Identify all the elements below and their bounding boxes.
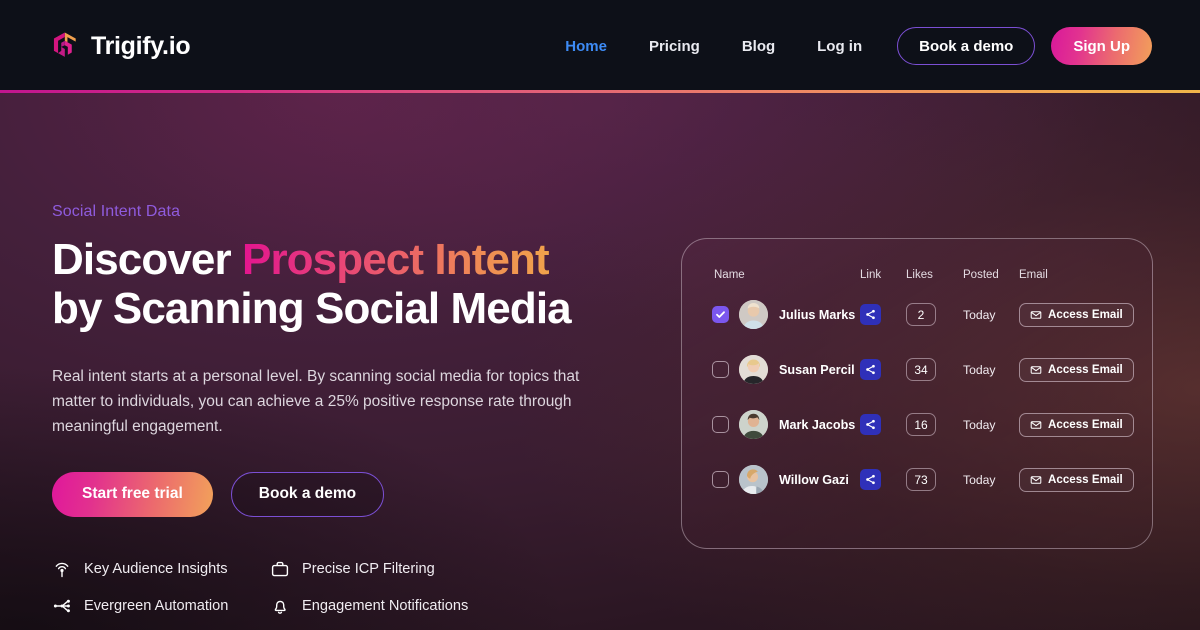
feature-evergreen-automation: Evergreen Automation [52,596,270,616]
brand-name: Trigify.io [91,31,191,60]
sign-up-button[interactable]: Sign Up [1051,27,1152,65]
share-icon[interactable] [860,359,881,380]
row-checkbox[interactable] [712,361,729,378]
hero-eyebrow: Social Intent Data [52,203,181,220]
envelope-icon [1030,420,1042,429]
posted-time: Today [963,472,996,487]
briefcase-icon [270,559,290,579]
table-row: Mark Jacobs 16 Today Access Email [712,397,1134,452]
hero-cta-row: Start free trial Book a demo [52,471,652,517]
access-email-label: Access Email [1048,308,1123,321]
avatar [739,300,768,329]
nav-links: Home Pricing Blog Log in Book a demo Sig… [544,27,1152,65]
feature-precise-icp-filtering: Precise ICP Filtering [270,559,652,579]
trigify-triskelion-logo-icon [50,30,80,62]
posted-time: Today [963,307,996,322]
prospect-table-card: Name Link Likes Posted Email Julius Mark… [681,238,1153,549]
nav-link-login[interactable]: Log in [796,39,883,54]
workflow-nodes-icon [52,596,72,616]
navbar: Trigify.io Home Pricing Blog Log in Book… [0,0,1200,92]
access-email-label: Access Email [1048,473,1123,486]
brand-logo[interactable]: Trigify.io [50,30,191,62]
likes-count: 34 [906,358,936,381]
start-free-trial-button[interactable]: Start free trial [52,471,213,517]
feature-label: Engagement Notifications [302,597,469,614]
page-title: Discover Prospect Intent by Scanning Soc… [52,235,652,334]
likes-count: 2 [906,303,936,326]
feature-label: Evergreen Automation [84,597,229,614]
access-email-label: Access Email [1048,363,1123,376]
headline-plain: Discover [52,235,243,284]
hero-book-demo-button[interactable]: Book a demo [230,471,385,517]
feature-label: Precise ICP Filtering [302,560,435,577]
feature-engagement-notifications: Engagement Notifications [270,596,652,616]
access-email-button[interactable]: Access Email [1019,467,1134,492]
avatar [739,410,768,439]
posted-time: Today [963,417,996,432]
nav-link-pricing[interactable]: Pricing [628,39,721,54]
table-row: Julius Marks 2 Today Access Email [712,287,1134,342]
row-checkbox[interactable] [712,416,729,433]
access-email-button[interactable]: Access Email [1019,412,1134,437]
column-header-likes: Likes [906,269,933,281]
feature-list: Key Audience Insights Precise ICP Filter… [52,559,652,616]
envelope-icon [1030,475,1042,484]
table-body: Julius Marks 2 Today Access Email Susan … [712,287,1134,507]
access-email-button[interactable]: Access Email [1019,357,1134,382]
envelope-icon [1030,365,1042,374]
person-name: Willow Gazi [779,472,849,487]
nav-link-home[interactable]: Home [544,39,628,54]
avatar [739,355,768,384]
feature-key-audience-insights: Key Audience Insights [52,559,270,579]
table-row: Willow Gazi 73 Today Access Email [712,452,1134,507]
headline-line2: by Scanning Social Media [52,284,572,334]
hero-left-column: Social Intent Data Discover Prospect Int… [52,203,652,616]
access-email-button[interactable]: Access Email [1019,302,1134,327]
hero-subcopy: Real intent starts at a personal level. … [52,367,580,435]
headline-gradient: Prospect Intent [242,235,550,284]
person-name: Julius Marks [779,307,856,322]
envelope-icon [1030,310,1042,319]
share-icon[interactable] [860,414,881,435]
bell-icon [270,596,290,616]
person-name: Susan Percil [779,362,855,377]
column-header-posted: Posted [963,269,999,281]
likes-count: 16 [906,413,936,436]
posted-time: Today [963,362,996,377]
avatar [739,465,768,494]
access-email-label: Access Email [1048,418,1123,431]
column-header-name: Name [714,269,745,281]
likes-count: 73 [906,468,936,491]
column-header-link: Link [860,269,882,281]
check-icon [716,311,725,318]
feature-label: Key Audience Insights [84,560,228,577]
row-checkbox[interactable] [712,471,729,488]
nav-link-blog[interactable]: Blog [721,39,796,54]
column-header-email: Email [1019,269,1048,281]
share-icon[interactable] [860,304,881,325]
table-row: Susan Percil 34 Today Access Email [712,342,1134,397]
person-name: Mark Jacobs [779,417,856,432]
table-header-row: Name Link Likes Posted Email [712,269,1124,287]
radar-signal-icon [52,559,72,579]
book-demo-button[interactable]: Book a demo [897,27,1036,65]
nav-gradient-divider [0,90,1200,93]
share-icon[interactable] [860,469,881,490]
prospect-table: Name Link Likes Posted Email Julius Mark… [682,239,1152,507]
row-checkbox[interactable] [712,306,729,323]
